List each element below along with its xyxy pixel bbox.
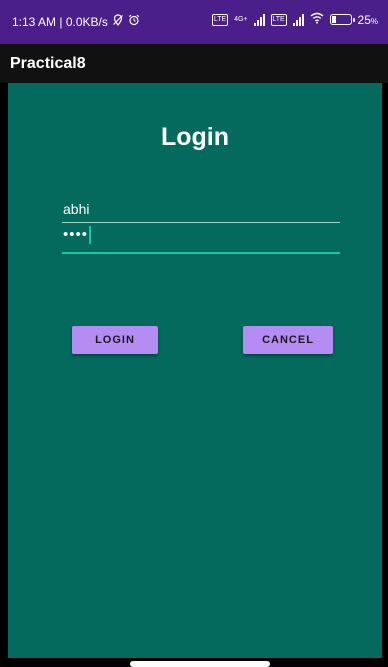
battery-percent-value: 25 [357, 12, 371, 27]
status-bar: 1:13 AM | 0.0KB/s LTE 4G+ LTE 25% [0, 0, 388, 44]
phone-screen: 1:13 AM | 0.0KB/s LTE 4G+ LTE 25% Practi… [0, 0, 388, 667]
volte-icon: LTE [270, 13, 287, 26]
network-label: 4G+ [234, 16, 248, 23]
home-indicator[interactable] [130, 661, 270, 667]
login-heading: Login [160, 123, 230, 151]
status-left: 1:13 AM | 0.0KB/s [12, 14, 140, 29]
alarm-icon [128, 14, 140, 29]
login-button[interactable]: LOGIN [72, 326, 158, 354]
battery-icon [329, 14, 355, 25]
status-right: LTE 4G+ LTE 25% [212, 12, 378, 27]
app-title: Practical8 [10, 55, 86, 72]
location-off-icon [112, 14, 124, 29]
signal-icon [292, 13, 304, 26]
battery-percent: 25% [357, 12, 378, 27]
battery-fill [331, 16, 337, 23]
cancel-button[interactable]: CANCEL [243, 326, 333, 354]
username-input[interactable] [62, 195, 340, 223]
wifi-icon [310, 12, 324, 27]
app-bar: Practical8 [0, 44, 388, 83]
text-cursor [89, 226, 92, 245]
signal-icon [253, 13, 265, 26]
password-mask: •••• [63, 226, 89, 243]
status-time-data: 1:13 AM | 0.0KB/s [12, 14, 108, 29]
login-screen: Login •••• LOGIN CANCEL [8, 83, 382, 658]
volte-icon: LTE [212, 13, 229, 26]
password-input[interactable]: •••• [62, 226, 340, 254]
